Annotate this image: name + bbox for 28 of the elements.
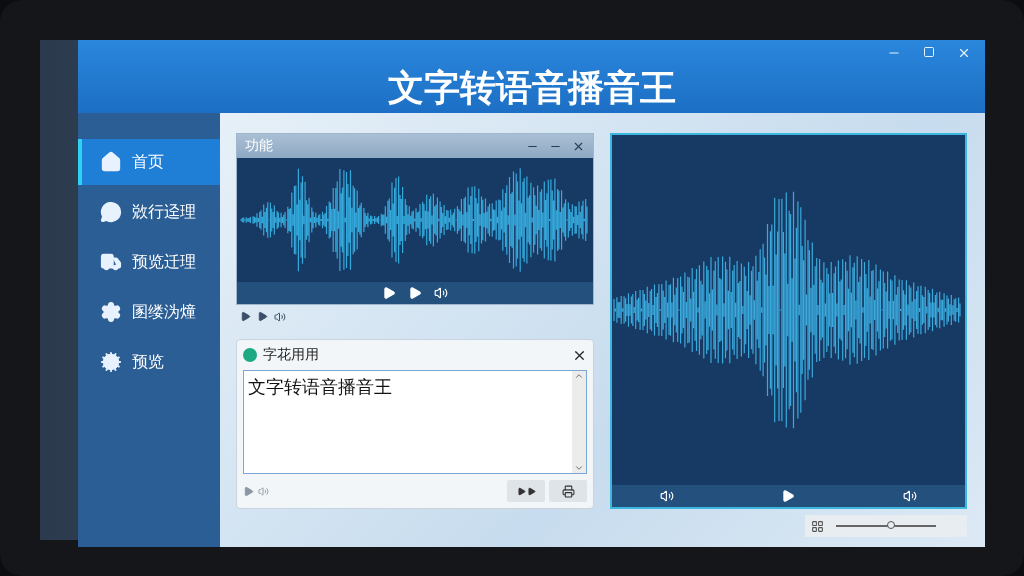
speaker-icon[interactable] [659, 489, 674, 503]
slider-thumb[interactable] [887, 521, 895, 529]
cog-icon [100, 351, 122, 373]
sidebar-item[interactable]: 敚行迳理 [78, 189, 220, 235]
maximize-icon[interactable] [923, 46, 935, 58]
panel-title: 功能 [245, 137, 274, 155]
print-button[interactable] [549, 480, 587, 502]
sidebar-item[interactable]: 圂缕沩燑 [78, 289, 220, 335]
play-icon[interactable] [240, 311, 251, 322]
card-title: 字花用用 [263, 346, 320, 364]
printer-icon [561, 484, 575, 498]
app-icon [243, 348, 257, 362]
sidebar-item[interactable]: 预览 [78, 339, 220, 385]
play-button[interactable] [507, 480, 545, 502]
play-icon[interactable] [382, 286, 396, 300]
truck-icon [100, 251, 122, 273]
window-title: 文字转语音播音王 [386, 66, 677, 110]
speaker-icon[interactable] [434, 286, 448, 300]
play-icon[interactable] [781, 489, 796, 503]
play-icon[interactable] [257, 311, 268, 322]
speaker-icon[interactable] [274, 311, 286, 323]
speaker-icon[interactable] [903, 489, 918, 503]
home-icon [100, 151, 122, 173]
chat-icon [100, 201, 122, 223]
sidebar-item[interactable]: 预览迁理 [78, 239, 220, 285]
sidebar-item[interactable]: 首页 [78, 139, 220, 185]
play-icon[interactable] [408, 286, 422, 300]
grid-icon[interactable] [811, 519, 824, 533]
